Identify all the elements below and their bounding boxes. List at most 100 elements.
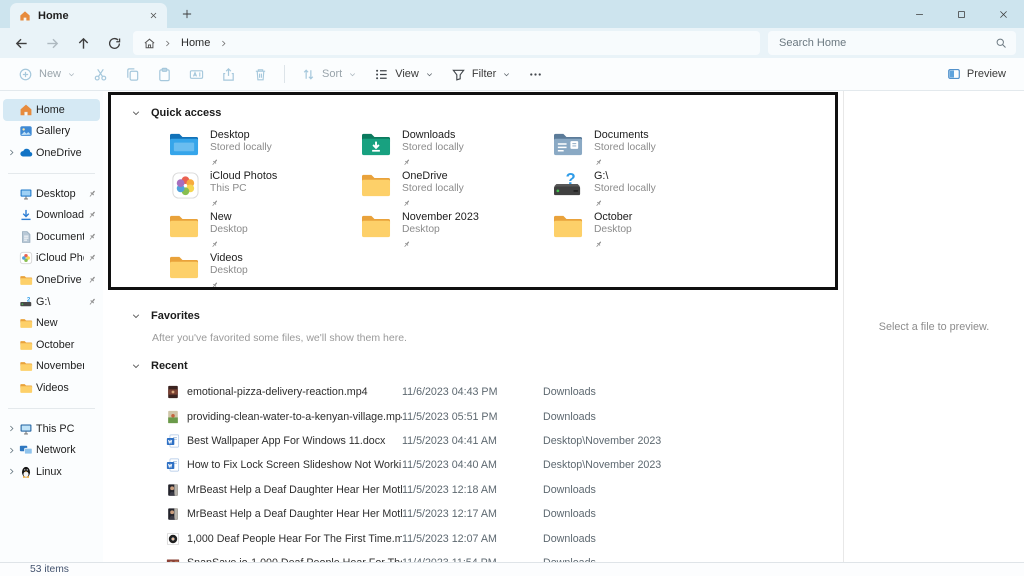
close-button[interactable] — [982, 0, 1024, 28]
sidebar-item-icloud-photos[interactable]: iCloud Photos — [3, 248, 100, 270]
recent-row-1-000-deaf-people-hear-for-the-first-time-mp3[interactable]: 1,000 Deaf People Hear For The First Tim… — [103, 526, 843, 550]
pin-icon — [402, 199, 411, 208]
sidebar-item-onedrive-persona[interactable]: OneDrive - Persona — [3, 142, 100, 164]
chevron-spacer — [7, 105, 16, 114]
maximize-button[interactable] — [940, 0, 982, 28]
recent-row-emotional-pizza-delivery-reaction-mp4[interactable]: emotional-pizza-delivery-reaction.mp411/… — [103, 380, 843, 404]
tab-close-icon[interactable] — [149, 11, 158, 20]
downloads-icon — [19, 208, 33, 222]
file-date: 11/5/2023 04:40 AM — [402, 459, 543, 471]
expand-chevron-icon[interactable] — [7, 424, 16, 433]
quick-access-tile-october[interactable]: OctoberDesktop — [552, 211, 744, 252]
more-options-button[interactable] — [520, 62, 551, 87]
refresh-button[interactable] — [99, 30, 130, 56]
share-button[interactable] — [213, 62, 244, 87]
folder-icon — [19, 381, 33, 395]
new-button[interactable]: New — [10, 62, 84, 87]
quick-access-tile-new[interactable]: NewDesktop — [168, 211, 360, 252]
breadcrumb[interactable]: Home — [133, 31, 760, 55]
tile-text: G:\Stored locally — [594, 170, 656, 213]
sidebar-item-october[interactable]: October — [3, 334, 100, 356]
search-box[interactable] — [768, 31, 1016, 55]
sidebar-item-downloads[interactable]: Downloads — [3, 204, 100, 226]
chevron-spacer — [7, 211, 16, 220]
quick-access-tile-downloads[interactable]: DownloadsStored locally — [360, 129, 552, 170]
favorites-empty-text: After you've favorited some files, we'll… — [152, 332, 843, 344]
quick-access-tile-g[interactable]: ?G:\Stored locally — [552, 170, 744, 211]
search-input[interactable] — [777, 36, 995, 50]
cut-button[interactable] — [85, 62, 116, 87]
sidebar-item-this-pc[interactable]: This PC — [3, 418, 100, 440]
audio-file-icon — [166, 532, 180, 546]
yellow-folder-icon — [360, 212, 393, 241]
back-button[interactable] — [6, 30, 37, 56]
sidebar-item-label: Downloads — [36, 209, 84, 221]
recent-row-best-wallpaper-app-for-windows-11-docx[interactable]: Best Wallpaper App For Windows 11.docx11… — [103, 429, 843, 453]
filter-icon — [451, 67, 466, 82]
file-path: Downloads — [543, 508, 596, 520]
file-name: emotional-pizza-delivery-reaction.mp4 — [187, 386, 402, 398]
sidebar-item-onedrive[interactable]: OneDrive — [3, 269, 100, 291]
tile-subtitle: Stored locally — [402, 142, 464, 154]
quick-access-tile-videos[interactable]: VideosDesktop — [168, 252, 360, 293]
recent-row-mrbeast-help-a-deaf-daughter-hear-her-mother-s-voi[interactable]: MrBeast Help a Deaf Daughter Hear Her Mo… — [103, 478, 843, 502]
tile-name: October — [594, 211, 632, 224]
file-path: Downloads — [543, 533, 596, 545]
quick-access-tile-documents[interactable]: DocumentsStored locally — [552, 129, 744, 170]
arrow-left-icon — [14, 36, 29, 51]
forward-button[interactable] — [37, 30, 68, 56]
chevron-down-icon[interactable] — [131, 311, 141, 321]
sidebar-item-videos[interactable]: Videos — [3, 377, 100, 399]
recent-row-snapsave-io-1-000-deaf-people-hear-for-the-first-tim[interactable]: SnapSave.io-1,000 Deaf People Hear For T… — [103, 551, 843, 562]
sidebar-item-linux[interactable]: Linux — [3, 461, 100, 483]
tile-name: New — [210, 211, 248, 224]
quick-access-tile-desktop[interactable]: DesktopStored locally — [168, 129, 360, 170]
tile-text: OneDriveStored locally — [402, 170, 464, 213]
copy-button[interactable] — [117, 62, 148, 87]
tile-name: November 2023 — [402, 211, 479, 224]
chevron-down-icon[interactable] — [131, 361, 141, 371]
tab-home[interactable]: Home — [10, 3, 167, 28]
folder-icon — [19, 359, 33, 373]
sidebar-item-desktop[interactable]: Desktop — [3, 183, 100, 205]
sidebar-item-network[interactable]: Network — [3, 439, 100, 461]
sidebar-item-november-2023[interactable]: November 2023 — [3, 356, 100, 378]
recent-row-how-to-fix-lock-screen-slideshow-not-working-in-wi[interactable]: How to Fix Lock Screen Slideshow Not Wor… — [103, 453, 843, 477]
file-path: Desktop\November 2023 — [543, 435, 661, 447]
refresh-icon — [107, 36, 122, 51]
chevron-down-icon[interactable] — [131, 108, 141, 118]
new-tab-button[interactable] — [181, 8, 193, 20]
sidebar-item-g[interactable]: 2G:\ — [3, 291, 100, 313]
sidebar-item-documents[interactable]: Documents — [3, 226, 100, 248]
sidebar-item-label: G:\ — [36, 296, 84, 308]
recent-row-providing-clean-water-to-a-kenyan-village-mp4[interactable]: providing-clean-water-to-a-kenyan-villag… — [103, 404, 843, 428]
preview-button[interactable]: Preview — [939, 62, 1014, 87]
quick-access-tile-onedrive[interactable]: OneDriveStored locally — [360, 170, 552, 211]
filter-button[interactable]: Filter — [443, 62, 519, 87]
expand-chevron-icon[interactable] — [7, 467, 16, 476]
sidebar-item-new[interactable]: New — [3, 312, 100, 334]
minimize-button[interactable] — [898, 0, 940, 28]
pin-spacer — [87, 445, 97, 455]
expand-chevron-icon[interactable] — [7, 446, 16, 455]
up-button[interactable] — [68, 30, 99, 56]
sidebar-item-home[interactable]: Home — [3, 99, 100, 121]
file-name: SnapSave.io-1,000 Deaf People Hear For T… — [187, 557, 402, 562]
delete-button[interactable] — [245, 62, 276, 87]
paste-button[interactable] — [149, 62, 180, 87]
sidebar-item-gallery[interactable]: Gallery — [3, 121, 100, 143]
pin-icon — [87, 253, 97, 263]
favorites-header: Favorites — [103, 307, 843, 325]
view-button[interactable]: View — [366, 62, 442, 87]
pin-icon — [87, 210, 97, 220]
quick-access-tile-icloud-photos[interactable]: iCloud PhotosThis PC — [168, 170, 360, 211]
breadcrumb-item-home[interactable]: Home — [179, 37, 212, 49]
pin-icon — [87, 189, 97, 199]
sort-button-label: Sort — [322, 68, 342, 80]
recent-row-mrbeast-help-a-deaf-daughter-hear-her-mother-s-voi[interactable]: MrBeast Help a Deaf Daughter Hear Her Mo… — [103, 502, 843, 526]
expand-chevron-icon[interactable] — [7, 148, 16, 157]
quick-access-tile-november-2023[interactable]: November 2023Desktop — [360, 211, 552, 252]
tile-name: G:\ — [594, 170, 656, 183]
sort-button[interactable]: Sort — [293, 62, 365, 87]
rename-button[interactable] — [181, 62, 212, 87]
